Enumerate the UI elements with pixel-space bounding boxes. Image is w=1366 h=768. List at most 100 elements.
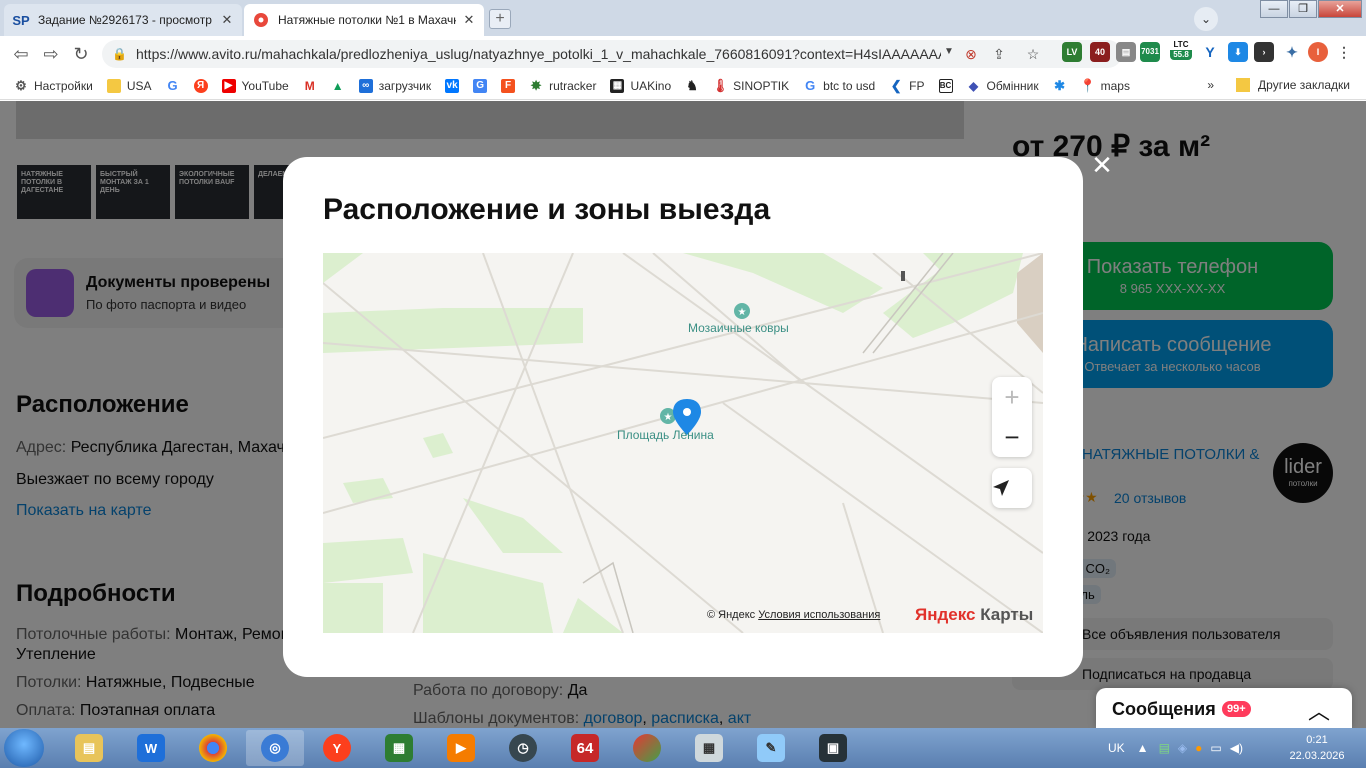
svg-text:★: ★ xyxy=(664,412,673,423)
poi-label[interactable]: Площадь Ленина xyxy=(617,428,714,442)
forward-arrow-icon[interactable]: ⇨ xyxy=(40,44,62,64)
tray-volume-icon[interactable]: ◀) xyxy=(1230,741,1243,755)
thermometer-icon: 🌡 xyxy=(711,77,729,93)
bookmark-loader[interactable]: ∞ загрузчик xyxy=(358,78,431,93)
ltc-extension-icon[interactable]: LTC 55.8 xyxy=(1170,40,1192,60)
bookmark-star[interactable]: ✱ xyxy=(1053,78,1073,93)
globe-extension-icon[interactable]: LV xyxy=(1062,42,1082,62)
taskbar-64[interactable]: 64 xyxy=(556,730,614,766)
blocked-icon[interactable]: ⊗ xyxy=(962,46,980,63)
briefcase-extension-icon[interactable]: ▤ xyxy=(1116,42,1136,62)
chevron-up-icon[interactable]: ︿ xyxy=(1308,694,1330,726)
messages-panel[interactable]: Сообщения 99+ ︿ xyxy=(1096,688,1352,728)
poi-label[interactable]: Мозаичные ковры xyxy=(688,321,789,335)
close-icon[interactable]: ✕ xyxy=(462,12,476,28)
other-bookmarks[interactable]: Другие закладки xyxy=(1258,78,1350,92)
bookmark-star-icon[interactable]: ☆ xyxy=(1024,46,1042,63)
bookmark-f[interactable]: F xyxy=(501,78,521,93)
close-icon[interactable]: ✕ xyxy=(220,12,234,28)
red-extension-icon[interactable]: 40 xyxy=(1090,42,1110,62)
gmail-icon: M xyxy=(304,78,315,93)
zoom-out-button[interactable]: − xyxy=(992,417,1032,457)
y-extension-icon[interactable]: Y xyxy=(1200,42,1220,62)
reload-icon[interactable]: ↻ xyxy=(70,44,92,64)
rutracker-icon: ✸ xyxy=(530,77,542,93)
bookmark-bc[interactable]: BC xyxy=(938,78,959,93)
vk-icon: vk xyxy=(445,78,460,93)
dropdown-arrow-icon[interactable]: ▼ xyxy=(940,46,958,57)
close-icon[interactable]: ✕ xyxy=(1090,152,1114,178)
puzzle-icon[interactable]: ✦ xyxy=(1282,42,1302,62)
terms-link[interactable]: Условия использования xyxy=(758,609,880,621)
bookmark-maps[interactable]: 📍 maps xyxy=(1080,78,1130,93)
download-extension-icon[interactable]: ⬇ xyxy=(1228,42,1248,62)
bookmark-rutracker[interactable]: ✸ rutracker xyxy=(529,77,597,93)
bookmark-chess[interactable]: ♞ xyxy=(685,78,705,93)
tab-search-chevron-icon[interactable]: ⌄ xyxy=(1194,7,1218,31)
tab-task[interactable]: SP Задание №2926173 - просмотр з ✕ xyxy=(4,4,242,36)
bookmark-settings[interactable]: ⚙ Настройки xyxy=(14,78,93,93)
taskbar-media-player[interactable]: ▶ xyxy=(432,730,490,766)
taskbar-waterfox[interactable]: W xyxy=(122,730,180,766)
lock-icon: 🔒 xyxy=(112,47,127,61)
taskbar-explorer[interactable]: ▤ xyxy=(60,730,118,766)
clock[interactable]: 0:21 22.03.2026 xyxy=(1282,732,1352,764)
geolocation-button[interactable] xyxy=(992,468,1032,508)
taskbar-utility[interactable]: ▦ xyxy=(370,730,428,766)
tray-update-icon[interactable]: ● xyxy=(1195,741,1202,755)
taskbar-notes[interactable]: ✎ xyxy=(742,730,800,766)
fp-icon: ❮ xyxy=(890,77,902,93)
bookmark-drive[interactable]: ▲ xyxy=(331,79,351,93)
menu-icon[interactable]: ⋮ xyxy=(1334,42,1354,62)
tab-title: Задание №2926173 - просмотр з xyxy=(38,13,214,27)
yandex-map[interactable]: ★ ★ Мозаичные ковры Площадь Ленина + − ©… xyxy=(323,253,1043,633)
language-indicator[interactable]: UK xyxy=(1108,741,1125,755)
bookmark-youtube[interactable]: ▶ YouTube xyxy=(221,78,289,93)
sp-favicon-icon: SP xyxy=(12,12,30,28)
arrow-extension-icon[interactable]: › xyxy=(1254,42,1274,62)
btc-extension-icon[interactable]: 7031 xyxy=(1140,42,1160,62)
zoom-in-button[interactable]: + xyxy=(992,377,1032,417)
restore-button[interactable]: ❐ xyxy=(1289,0,1317,18)
taskbar-terminal[interactable]: ▣ xyxy=(804,730,862,766)
new-tab-button[interactable]: + xyxy=(489,9,511,29)
close-window-button[interactable]: ✕ xyxy=(1318,0,1362,18)
tray-expand-icon[interactable]: ▲ xyxy=(1137,741,1149,755)
taskbar-yandex[interactable]: Y xyxy=(308,730,366,766)
bookmark-translate[interactable]: G xyxy=(473,78,493,93)
share-icon[interactable]: ⇪ xyxy=(990,46,1008,63)
window-controls: — ❐ ✕ xyxy=(1260,0,1363,18)
bookmark-sinoptik[interactable]: 🌡 SINOPTIK xyxy=(711,77,789,93)
folder-icon xyxy=(1236,78,1251,92)
bookmark-uakino[interactable]: ▦ UAKino xyxy=(610,78,671,93)
bookmark-btc[interactable]: Gbtc to usd xyxy=(803,78,875,93)
minimize-button[interactable]: — xyxy=(1260,0,1288,18)
tray-app-icon[interactable]: ▤ xyxy=(1159,741,1170,755)
taskbar-chrome[interactable] xyxy=(184,730,242,766)
bookmark-gmail[interactable]: M xyxy=(303,79,323,93)
bookmark-usa[interactable]: USA xyxy=(106,78,152,93)
bookmark-vk[interactable]: vk xyxy=(445,78,465,93)
folder-icon: ▤ xyxy=(75,734,103,762)
bookmark-google[interactable]: G xyxy=(166,78,186,93)
app-64-icon: 64 xyxy=(571,734,599,762)
start-button[interactable] xyxy=(4,729,44,767)
profile-avatar[interactable]: I xyxy=(1308,42,1328,62)
taskbar-clock[interactable]: ◷ xyxy=(494,730,552,766)
taskbar-network[interactable]: ◎ xyxy=(246,730,304,766)
taskbar-calculator[interactable]: ▦ xyxy=(680,730,738,766)
bookmark-fp[interactable]: ❮ FP xyxy=(889,77,925,93)
bookmarks-overflow-button[interactable]: » xyxy=(1207,78,1214,92)
tray-wifi-icon[interactable]: ◈ xyxy=(1178,741,1187,755)
avito-icon xyxy=(252,12,270,28)
tray-network-icon[interactable]: ▭ xyxy=(1210,741,1221,755)
address-bar[interactable]: 🔒 https://www.avito.ru/mahachkala/predlo… xyxy=(102,40,1122,68)
bookmark-yandex[interactable]: Я xyxy=(193,78,214,93)
back-arrow-icon[interactable]: ⇦ xyxy=(10,44,32,64)
url-text[interactable]: https://www.avito.ru/mahachkala/predlozh… xyxy=(136,46,941,62)
youtube-icon: ▶ xyxy=(221,78,236,93)
tab-avito[interactable]: Натяжные потолки №1 в Махачк ✕ xyxy=(244,4,484,36)
bookmark-exchanger[interactable]: ◆ Обмінник xyxy=(967,79,1039,93)
yandex-maps-logo[interactable]: Яндекс Карты xyxy=(915,605,1033,625)
taskbar-paint[interactable] xyxy=(618,730,676,766)
